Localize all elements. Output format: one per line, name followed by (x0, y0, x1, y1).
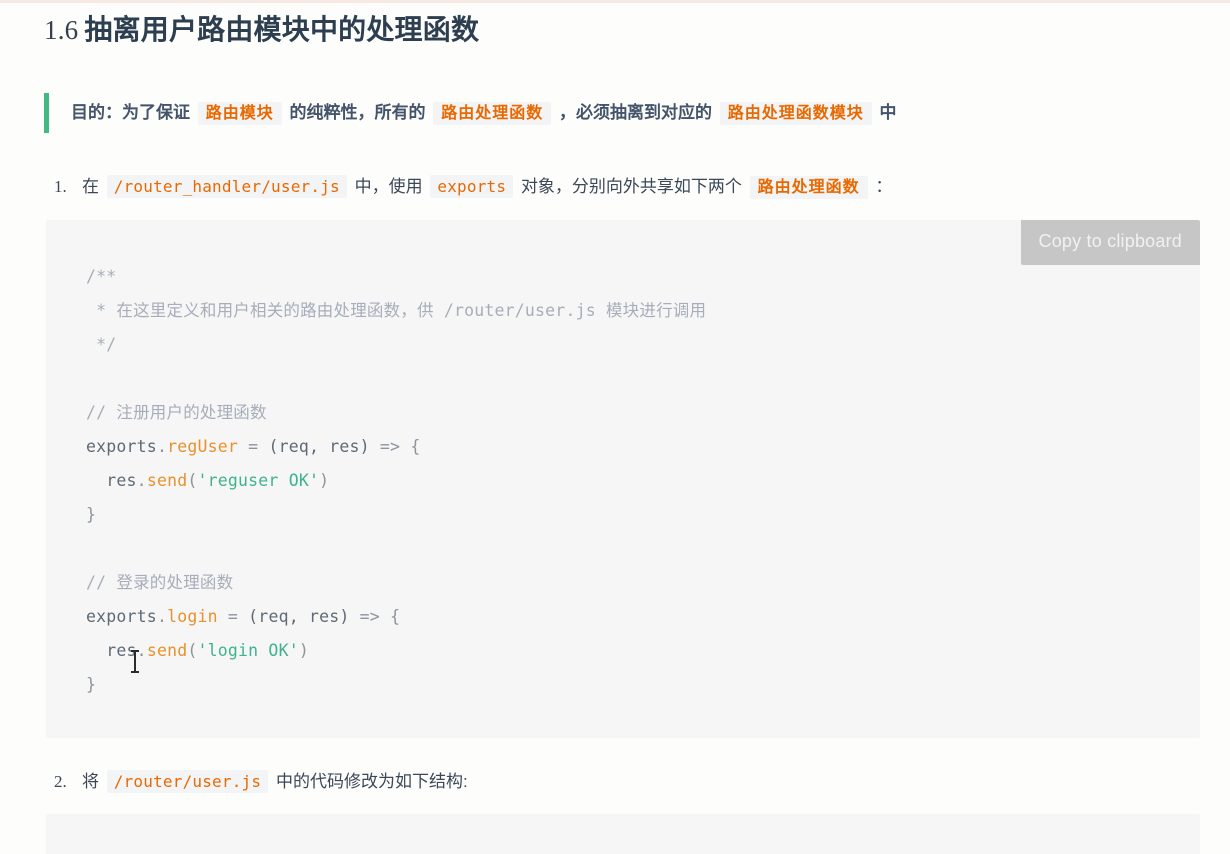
code-token: // 注册用户的处理函数 (86, 402, 267, 422)
step1-segment-4: ： (875, 177, 893, 197)
code-token: . (156, 436, 168, 456)
code-token: res (86, 640, 137, 660)
list-item-body: 将 /router/user.js 中的代码修改为如下结构: (56, 766, 468, 798)
inline-code-exports: exports (430, 175, 514, 199)
purpose-blockquote: 目的：为了保证 路由模块 的纯粹性，所有的 路由处理函数 ，必须抽离到对应的 路… (44, 92, 1230, 134)
step2-segment-2: 中的代码修改为如下结构: (275, 771, 468, 791)
code-token: send (146, 640, 188, 660)
blockquote-segment-4: 中 (879, 102, 897, 122)
code-token: . (136, 470, 147, 490)
code-token: ( (187, 470, 198, 490)
list-item: 2. 将 /router/user.js 中的代码修改为如下结构: (0, 766, 1230, 798)
code-token: 'login OK' (197, 640, 299, 660)
list-item-marker: 2. (54, 771, 67, 791)
code-token: res (86, 470, 137, 490)
inline-code-route-handler-2: 路由处理函数 (749, 176, 868, 200)
code-token: { (390, 606, 401, 626)
code-token: /** (86, 266, 117, 286)
blockquote-segment-2: 的纯粹性，所有的 (289, 102, 426, 122)
code-block-next-partial (0, 813, 1230, 854)
copy-to-clipboard-button[interactable]: Copy to clipboard (1020, 219, 1200, 266)
inline-code-router-module: 路由模块 (197, 101, 282, 125)
step1-segment-3: 对象，分别向外共享如下两个 (520, 177, 742, 197)
code-block-wrapper: Copy to clipboard /** * 在这里定义和用户相关的路由处理函… (0, 219, 1230, 738)
code-token: login (167, 606, 218, 626)
code-block-content[interactable]: /** * 在这里定义和用户相关的路由处理函数，供 /router/user.j… (86, 260, 1200, 702)
code-token: = (227, 606, 239, 626)
code-block-2[interactable] (46, 813, 1200, 854)
page-title: 1.6 抽离用户路由模块中的处理函数 (0, 3, 1230, 49)
code-token: // 登录的处理函数 (86, 572, 234, 592)
inline-code-router-handler-user-js: /router_handler/user.js (106, 175, 347, 199)
blockquote-segment-3: ，必须抽离到对应的 (558, 102, 712, 122)
code-token: exports (86, 436, 157, 456)
page-title-text: 抽离用户路由模块中的处理函数 (84, 14, 480, 45)
step1-segment-1: 在 (82, 177, 99, 197)
code-token: = (248, 436, 259, 456)
blockquote-segment-1: 目的：为了保证 (71, 102, 190, 122)
code-token: exports (86, 606, 157, 626)
code-token: } (86, 504, 97, 524)
inline-code-route-handler: 路由处理函数 (433, 101, 552, 125)
step2-segment-1: 将 (82, 771, 99, 791)
code-token: ( (187, 640, 198, 660)
code-token: => (359, 606, 380, 626)
code-block: Copy to clipboard /** * 在这里定义和用户相关的路由处理函… (46, 219, 1200, 738)
inline-code-router-user-js: /router/user.js (106, 769, 269, 793)
code-token: (req, res) (268, 436, 370, 456)
code-token: (req, res) (248, 606, 350, 626)
code-token: 'reguser OK' (197, 470, 320, 490)
code-token: { (410, 436, 421, 456)
code-token: . (156, 606, 168, 626)
steps-list: 1. 在 /router_handler/user.js 中，使用 export… (0, 171, 1230, 854)
code-token: . (136, 640, 147, 660)
document-page: 1.6 抽离用户路由模块中的处理函数 目的：为了保证 路由模块 的纯粹性，所有的 … (0, 3, 1230, 854)
code-token: send (146, 470, 188, 490)
step1-segment-2: 中，使用 (354, 177, 423, 197)
code-token: regUser (167, 436, 239, 456)
code-token: */ (86, 334, 117, 354)
code-token: => (379, 436, 401, 456)
code-token: ) (298, 640, 309, 660)
code-token: ) (319, 470, 330, 490)
list-item-body: 在 /router_handler/user.js 中，使用 exports 对… (56, 171, 892, 203)
list-item-marker: 1. (54, 177, 67, 197)
list-item: 1. 在 /router_handler/user.js 中，使用 export… (0, 171, 1230, 203)
code-token: } (86, 674, 97, 694)
inline-code-route-handler-module: 路由处理函数模块 (719, 101, 872, 125)
page-title-number: 1.6 (44, 15, 79, 45)
code-token: * 在这里定义和用户相关的路由处理函数，供 /router/user.js 模块… (86, 300, 707, 320)
